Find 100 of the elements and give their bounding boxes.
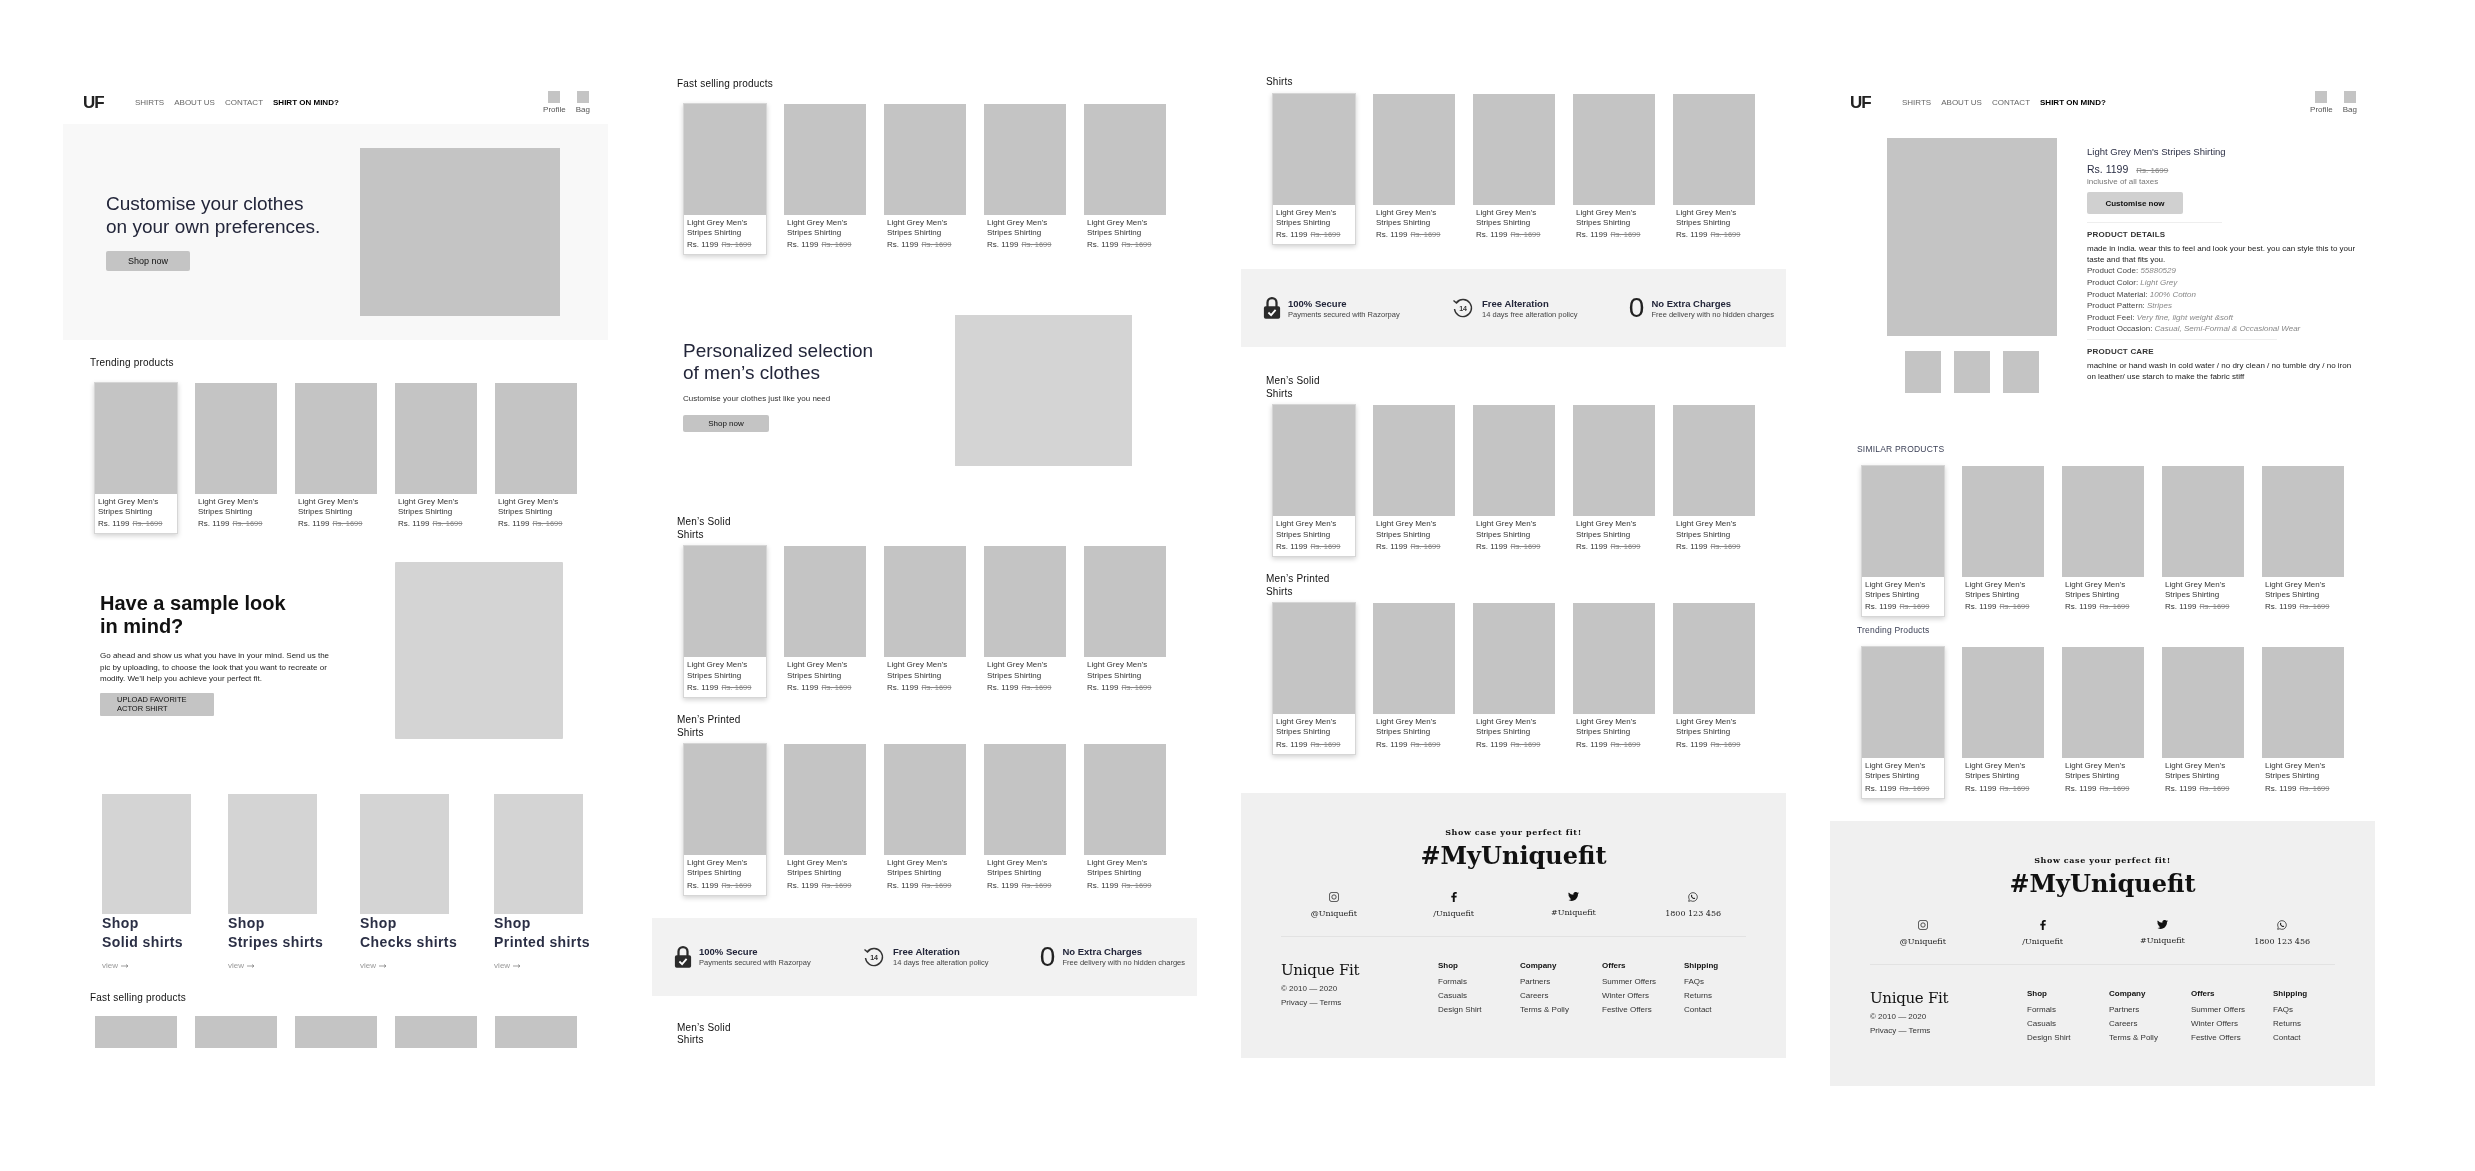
price-text: Rs. 1199: [98, 519, 130, 529]
hashtag-title: #MyUniquefit: [2008, 868, 2197, 898]
price-text: Rs. 1199: [1476, 542, 1508, 552]
footer-link[interactable]: Returns: [2273, 1018, 2355, 1028]
letter-f-icon[interactable]: [1450, 891, 1457, 902]
camera-icon[interactable]: [1917, 919, 1928, 930]
nav-link[interactable]: SHIRTS: [135, 97, 165, 107]
social-handle[interactable]: #Uniquefit: [2140, 935, 2185, 945]
footer-link[interactable]: Design Shirt: [2027, 1032, 2109, 1042]
category-title: Checks shirts: [360, 933, 458, 953]
footer-link[interactable]: Casuals: [1438, 990, 1520, 1000]
nav-link[interactable]: CONTACT: [1991, 97, 2031, 107]
image-placeholder[interactable]: [494, 794, 584, 915]
social-handle[interactable]: 1800 123 456: [1665, 908, 1722, 918]
nav-link[interactable]: SHIRT ON MIND?: [273, 97, 339, 107]
image-placeholder[interactable]: [102, 794, 191, 915]
footer-link[interactable]: Partners: [2109, 1004, 2191, 1014]
image-placeholder[interactable]: [95, 1015, 177, 1048]
icon-placeholder[interactable]: [2315, 90, 2328, 103]
icon-placeholder[interactable]: [576, 90, 589, 103]
chat-phone-icon[interactable]: [2277, 919, 2288, 930]
social-handle[interactable]: @Uniquefit: [1899, 936, 1946, 946]
footer-link[interactable]: Summer Offers: [2191, 1004, 2273, 1014]
thumbnail-placeholder[interactable]: [1905, 351, 1941, 393]
footer-link[interactable]: Careers: [2109, 1018, 2191, 1028]
icon-placeholder[interactable]: [2343, 90, 2356, 103]
image-placeholder[interactable]: [295, 1015, 377, 1048]
product-name: Light Grey Men's Stripes Shirting: [1576, 519, 1638, 541]
footer-link[interactable]: Festive Offers: [1602, 1004, 1684, 1014]
big-numeral: 0: [1039, 942, 1056, 971]
camera-icon[interactable]: [1328, 891, 1339, 902]
price-text: Rs. 1199: [1376, 542, 1408, 552]
social-handle[interactable]: /Uniquefit: [1433, 908, 1474, 918]
nav-link[interactable]: ABOUT US: [174, 97, 215, 107]
footer-link[interactable]: Winter Offers: [2191, 1018, 2273, 1028]
price-text: Rs. 1199: [398, 519, 430, 529]
footer-link[interactable]: Terms & Polly: [2109, 1032, 2191, 1042]
section-heading: Trending Products: [1857, 625, 1931, 637]
image-placeholder[interactable]: [195, 1015, 277, 1048]
logo[interactable]: UF: [1850, 93, 1874, 111]
footer-link[interactable]: Festive Offers: [2191, 1032, 2273, 1042]
social-handle[interactable]: @Uniquefit: [1310, 908, 1357, 918]
price-text: Rs. 1199: [1576, 230, 1608, 240]
arrow-icon: [379, 963, 388, 968]
footer-link[interactable]: Casuals: [2027, 1018, 2109, 1028]
footer-link[interactable]: Design Shirt: [1438, 1004, 1520, 1014]
icon-label: Profile: [543, 104, 566, 114]
social-handle[interactable]: #Uniquefit: [1551, 907, 1596, 917]
footer-link[interactable]: Winter Offers: [1602, 990, 1684, 1000]
footer-link[interactable]: Returns: [1684, 990, 1766, 1000]
footer-link[interactable]: Contact: [1684, 1004, 1766, 1014]
lock-icon: [1263, 296, 1281, 321]
footer-link[interactable]: Terms & Polly: [1520, 1004, 1602, 1014]
product-name: Light Grey Men's Stripes Shirting: [1376, 717, 1438, 738]
shop-now-button[interactable]: Shop now: [683, 414, 769, 432]
footer-link[interactable]: Formals: [2027, 1004, 2109, 1014]
product-name: Light Grey Men's Stripes Shirting: [1476, 519, 1538, 541]
price-text: Rs. 1199: [987, 880, 1019, 890]
footer-link[interactable]: Careers: [1520, 990, 1602, 1000]
image-placeholder[interactable]: [395, 1015, 477, 1048]
icon-placeholder[interactable]: [548, 90, 561, 103]
price-text: Rs. 1199: [1865, 783, 1897, 793]
bird-icon[interactable]: [2156, 919, 2168, 929]
footer-link[interactable]: Contact: [2273, 1032, 2355, 1042]
social-handle[interactable]: /Uniquefit: [2022, 936, 2063, 946]
shop-now-button[interactable]: Shop now: [106, 250, 190, 271]
footer-link[interactable]: Summer Offers: [1602, 976, 1684, 986]
section-title: Personalized selection of men’s clothes: [683, 339, 874, 384]
bird-icon[interactable]: [1567, 891, 1579, 901]
thumbnail-placeholder[interactable]: [1954, 351, 1990, 393]
feature-title: Free Alteration: [1482, 297, 1550, 309]
nav-link[interactable]: ABOUT US: [1941, 97, 1982, 107]
product-name: Light Grey Men's Stripes Shirting: [1087, 858, 1149, 879]
legal-links[interactable]: Privacy — Terms: [1870, 1025, 2027, 1035]
nav-link[interactable]: SHIRTS: [1902, 97, 1932, 107]
price-text: Rs. 1199: [987, 240, 1019, 250]
nav-link[interactable]: CONTACT: [224, 97, 264, 107]
product-name: Light Grey Men's Stripes Shirting: [1965, 579, 2027, 601]
section-heading: Fast selling products: [90, 992, 187, 1005]
social-handle[interactable]: 1800 123 456: [2254, 936, 2311, 946]
footer-link[interactable]: FAQs: [2273, 1004, 2355, 1014]
chat-phone-icon[interactable]: [1688, 891, 1699, 902]
image-placeholder[interactable]: [360, 794, 450, 915]
image-placeholder[interactable]: [495, 1015, 577, 1048]
product-name: Light Grey Men's Stripes Shirting: [1376, 519, 1438, 541]
letter-f-icon[interactable]: [2039, 919, 2046, 930]
product-name: Light Grey Men's Stripes Shirting: [687, 660, 749, 682]
image-placeholder[interactable]: [228, 794, 317, 915]
thumbnail-placeholder[interactable]: [2003, 351, 2039, 393]
customise-now-button[interactable]: Customise now: [2087, 192, 2183, 214]
footer-link[interactable]: Partners: [1520, 976, 1602, 986]
nav-link[interactable]: SHIRT ON MIND?: [2040, 97, 2106, 107]
column-heading: Offers: [1602, 960, 1627, 970]
price-text: Rs. 1199: [1676, 230, 1708, 240]
price-text: Rs. 1199: [1276, 230, 1308, 240]
footer-link[interactable]: FAQs: [1684, 976, 1766, 986]
legal-links[interactable]: Privacy — Terms: [1281, 997, 1438, 1007]
logo[interactable]: UF: [83, 93, 107, 111]
section-heading: SIMILAR PRODUCTS: [1857, 444, 1946, 455]
footer-link[interactable]: Formals: [1438, 976, 1520, 986]
